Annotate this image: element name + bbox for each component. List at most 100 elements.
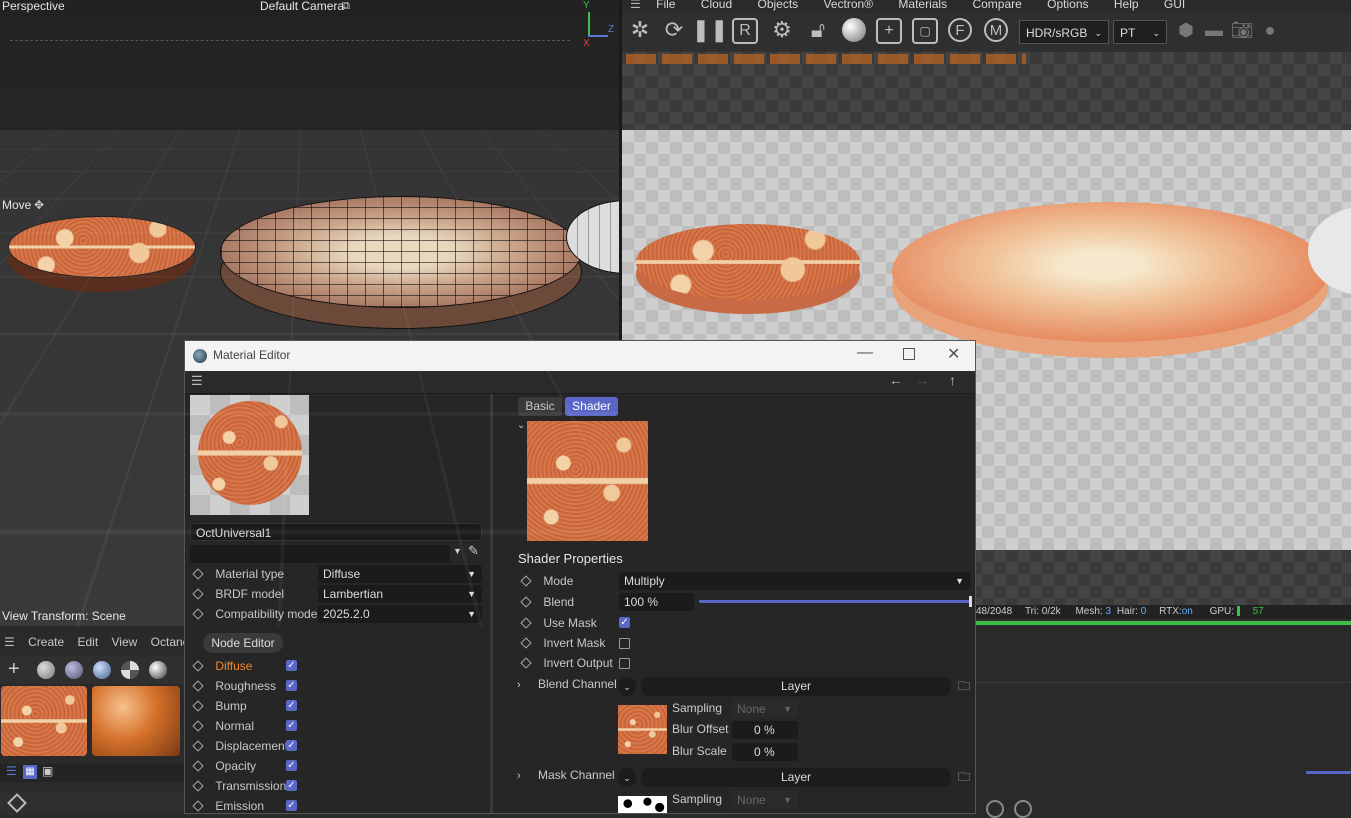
octane-hamburger-icon[interactable]: ☰ bbox=[630, 0, 641, 11]
node-editor-button[interactable]: Node Editor bbox=[203, 633, 283, 653]
camera-icon[interactable]: 📷︎ bbox=[1228, 16, 1256, 44]
color-space-select[interactable]: HDR/sRGB ⌄ bbox=[1019, 20, 1109, 44]
keyframe-diamond-icon[interactable] bbox=[520, 637, 532, 649]
region-render-icon[interactable]: R bbox=[732, 18, 758, 44]
keyframe-diamond-icon[interactable] bbox=[192, 608, 204, 620]
record-icon[interactable] bbox=[986, 800, 1004, 818]
up-arrow-icon[interactable]: ↑ bbox=[949, 372, 956, 388]
blend-channel-row[interactable]: › Blend Channel bbox=[517, 675, 617, 693]
channel-roughness-checkbox[interactable]: ✓ bbox=[286, 680, 297, 691]
channel-displacement-checkbox[interactable]: ✓ bbox=[286, 740, 297, 751]
keyframe-diamond-icon[interactable] bbox=[192, 568, 204, 580]
channel-normal[interactable]: Normal bbox=[192, 717, 254, 735]
pause-render-icon[interactable]: ❚❚ bbox=[692, 16, 729, 44]
channel-normal-checkbox[interactable]: ✓ bbox=[286, 720, 297, 731]
blend-channel-layer-button[interactable]: Layer bbox=[641, 677, 951, 696]
focus-pick-icon[interactable]: F bbox=[948, 18, 972, 42]
octane-menu-gui[interactable]: GUI bbox=[1164, 0, 1185, 11]
mask-channel-row[interactable]: › Mask Channel bbox=[517, 766, 615, 784]
sphere-glass-icon[interactable] bbox=[93, 661, 111, 679]
channel-roughness[interactable]: Roughness bbox=[192, 677, 276, 695]
blur-scale-input[interactable]: 0 % bbox=[732, 743, 798, 761]
material-pick-icon[interactable]: M bbox=[984, 18, 1008, 42]
keyframe-diamond-icon[interactable] bbox=[520, 575, 532, 587]
keyframe-diamond-icon[interactable] bbox=[520, 657, 532, 669]
mask-channel-thumbnail[interactable] bbox=[618, 796, 667, 813]
keyframe-icon[interactable] bbox=[7, 793, 27, 813]
menu-view[interactable]: View bbox=[112, 635, 138, 649]
expand-chevron-icon[interactable]: › bbox=[517, 770, 521, 782]
octane-menu-materials[interactable]: Materials bbox=[898, 0, 947, 11]
material-search-field[interactable] bbox=[190, 545, 450, 563]
material-thumb-2[interactable] bbox=[92, 686, 180, 756]
minimize-icon[interactable]: — bbox=[857, 344, 873, 362]
timeline-scroll[interactable] bbox=[1306, 771, 1351, 774]
panel-splitter[interactable] bbox=[490, 394, 493, 813]
octane-menu-vectron[interactable]: Vectron® bbox=[824, 0, 874, 11]
material-preview[interactable] bbox=[190, 395, 309, 515]
tab-shader[interactable]: Shader bbox=[565, 397, 618, 416]
octane-menu-cloud[interactable]: Cloud bbox=[701, 0, 732, 11]
keyframe-diamond-icon[interactable] bbox=[520, 596, 532, 608]
channel-diffuse[interactable]: Diffuse bbox=[192, 657, 252, 675]
back-arrow-icon[interactable]: ← bbox=[889, 372, 903, 388]
blend-channel-thumbnail[interactable] bbox=[618, 705, 667, 754]
folder-icon[interactable]: 🗀 bbox=[958, 768, 970, 789]
keyframe-diamond-icon[interactable] bbox=[520, 617, 532, 629]
channel-diffuse-checkbox[interactable]: ✓ bbox=[286, 660, 297, 671]
camera-lock-icon[interactable]: ⧉ bbox=[342, 0, 350, 13]
large-view-icon[interactable]: ▣ bbox=[42, 764, 53, 778]
restart-render-icon[interactable]: ⟳ bbox=[660, 16, 688, 44]
send-scene-icon[interactable]: ✲ bbox=[626, 16, 654, 44]
brdf-model-select[interactable]: Lambertian ▼ bbox=[318, 585, 482, 603]
blend-channel-dropdown[interactable]: ⌄ bbox=[618, 677, 636, 696]
keyframe-diamond-icon[interactable] bbox=[192, 720, 204, 732]
blend-slider-handle[interactable] bbox=[969, 596, 972, 607]
metal-sphere-icon[interactable] bbox=[149, 661, 167, 679]
keyframe-diamond-icon[interactable] bbox=[192, 588, 204, 600]
channel-bump-checkbox[interactable]: ✓ bbox=[286, 700, 297, 711]
keyframe-diamond-icon[interactable] bbox=[192, 700, 204, 712]
viewport-camera-label[interactable]: Default Camera bbox=[260, 0, 344, 13]
invert-output-checkbox[interactable] bbox=[619, 658, 630, 669]
frame-icon[interactable]: ▢ bbox=[912, 18, 938, 44]
channel-emission[interactable]: Emission bbox=[192, 797, 264, 813]
keyframe-diamond-icon[interactable] bbox=[192, 660, 204, 672]
menu-edit[interactable]: Edit bbox=[77, 635, 98, 649]
channel-bump[interactable]: Bump bbox=[192, 697, 247, 715]
chevron-down-icon[interactable]: ▼ bbox=[453, 546, 462, 556]
sphere-blue-icon[interactable] bbox=[65, 661, 83, 679]
octane-menu-compare[interactable]: Compare bbox=[972, 0, 1021, 11]
blur-offset-input[interactable]: 0 % bbox=[732, 721, 798, 739]
rectangle-icon[interactable]: ▬ bbox=[1200, 16, 1228, 44]
material-type-select[interactable]: Diffuse ▼ bbox=[318, 565, 482, 583]
channel-emission-checkbox[interactable]: ✓ bbox=[286, 800, 297, 811]
octane-menu-file[interactable]: File bbox=[656, 0, 675, 11]
autokey-icon[interactable] bbox=[1014, 800, 1032, 818]
use-mask-checkbox[interactable]: ✓ bbox=[619, 617, 630, 628]
octane-menu-options[interactable]: Options bbox=[1047, 0, 1088, 11]
lock-icon[interactable]: 🔓︎ bbox=[804, 16, 832, 44]
checker-sphere-icon[interactable] bbox=[121, 661, 139, 679]
channel-transmission[interactable]: Transmission bbox=[192, 777, 286, 795]
mask-channel-dropdown[interactable]: ⌄ bbox=[618, 768, 636, 787]
maximize-icon[interactable] bbox=[903, 348, 915, 360]
keyframe-diamond-icon[interactable] bbox=[192, 800, 204, 812]
forward-arrow-icon[interactable]: → bbox=[915, 372, 929, 388]
compat-mode-select[interactable]: 2025.2.0 ▼ bbox=[318, 605, 482, 623]
keyframe-diamond-icon[interactable] bbox=[192, 780, 204, 792]
close-icon[interactable]: ✕ bbox=[947, 344, 960, 364]
blend-input[interactable]: 100 % bbox=[619, 593, 694, 611]
mode-select[interactable]: Multiply ▼ bbox=[619, 572, 970, 590]
editor-hamburger-icon[interactable]: ☰ bbox=[191, 373, 203, 389]
blend-slider[interactable] bbox=[699, 596, 972, 607]
octane-menu-objects[interactable]: Objects bbox=[758, 0, 799, 11]
mask-channel-layer-button[interactable]: Layer bbox=[641, 768, 951, 787]
material-ball-icon[interactable] bbox=[840, 16, 868, 44]
viewport-perspective-label[interactable]: Perspective bbox=[2, 0, 65, 13]
add-object-icon[interactable]: + bbox=[876, 18, 902, 44]
collapse-chevron-icon[interactable]: ⌄ bbox=[517, 420, 525, 431]
material-name-field[interactable]: OctUniversal1 bbox=[190, 523, 482, 541]
sphere-icon[interactable] bbox=[37, 661, 55, 679]
channel-opacity[interactable]: Opacity bbox=[192, 757, 256, 775]
